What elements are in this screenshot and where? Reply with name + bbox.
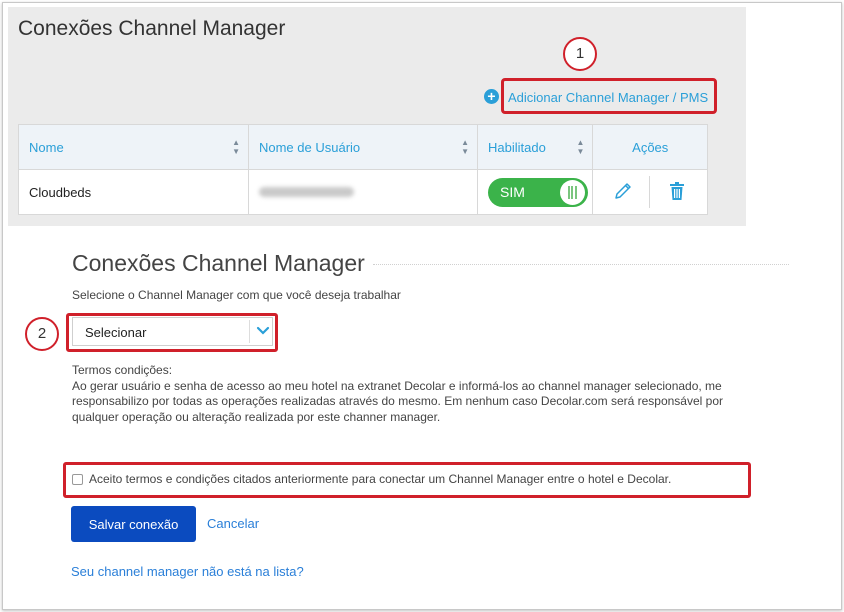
- cancel-link[interactable]: Cancelar: [207, 516, 259, 531]
- connections-table: Nome ▲ ▼ Nome de Usuário ▲ ▼ Habilitado ▲ ▼…: [18, 124, 708, 215]
- accept-terms-label[interactable]: Aceito termos e condições citados anteri…: [89, 472, 671, 486]
- panel-title: Conexões Channel Manager: [18, 17, 286, 40]
- trash-icon[interactable]: [669, 182, 685, 200]
- connection-name: Cloudbeds: [29, 185, 92, 200]
- sort-icon[interactable]: ▲ ▼: [577, 138, 585, 156]
- toggle-label: SIM: [499, 184, 525, 200]
- add-channel-manager-link[interactable]: Adicionar Channel Manager / PMS: [508, 90, 708, 105]
- form-title: Conexões Channel Manager: [72, 250, 365, 276]
- column-header-label: Ações: [632, 140, 669, 155]
- missing-channel-manager-link[interactable]: Seu channel manager não está na lista?: [71, 564, 304, 579]
- sort-icon[interactable]: ▲ ▼: [232, 138, 240, 156]
- actions-divider: [649, 176, 651, 208]
- channel-manager-select[interactable]: Selecionar: [72, 317, 273, 346]
- title-divider: [373, 264, 789, 265]
- table-header-row: Nome ▲ ▼ Nome de Usuário ▲ ▼ Habilitado ▲ ▼…: [18, 124, 708, 170]
- callout-number-2: 2: [25, 317, 59, 351]
- pencil-icon[interactable]: [613, 181, 633, 201]
- save-connection-button[interactable]: Salvar conexão: [71, 506, 196, 542]
- toggle-knob[interactable]: [559, 180, 585, 205]
- accept-terms-checkbox[interactable]: [72, 474, 83, 485]
- cell-name: Cloudbeds: [18, 169, 249, 215]
- blurred-username: [258, 187, 354, 197]
- table-row: Cloudbeds SIM: [18, 169, 708, 215]
- column-header-actions: Ações: [592, 124, 708, 170]
- column-header-enabled[interactable]: Habilitado ▲ ▼: [476, 124, 594, 170]
- column-header-username[interactable]: Nome de Usuário ▲ ▼: [247, 124, 478, 170]
- enabled-toggle[interactable]: SIM: [487, 178, 588, 207]
- terms-title: Termos condições:: [72, 363, 173, 377]
- select-value: Selecionar: [85, 325, 147, 340]
- column-header-label: Nome: [29, 140, 64, 155]
- column-header-name[interactable]: Nome ▲ ▼: [18, 124, 249, 170]
- toggle-grip-icon: [567, 186, 577, 199]
- plus-circle-icon[interactable]: +: [484, 89, 499, 104]
- cell-username: [247, 169, 478, 215]
- terms-block: Termos condições: Ao gerar usuário e sen…: [72, 363, 772, 425]
- form-subtitle: Selecione o Channel Manager com que você…: [72, 288, 401, 302]
- select-divider: [249, 320, 250, 343]
- terms-body: Ao gerar usuário e senha de acesso ao me…: [72, 378, 723, 424]
- column-header-label: Nome de Usuário: [258, 140, 361, 155]
- callout-number-1: 1: [563, 37, 597, 71]
- cell-actions: [592, 169, 708, 215]
- sort-icon[interactable]: ▲ ▼: [461, 138, 469, 156]
- cell-enabled: SIM: [476, 169, 594, 215]
- column-header-label: Habilitado: [487, 140, 546, 155]
- chevron-down-icon[interactable]: [256, 324, 270, 336]
